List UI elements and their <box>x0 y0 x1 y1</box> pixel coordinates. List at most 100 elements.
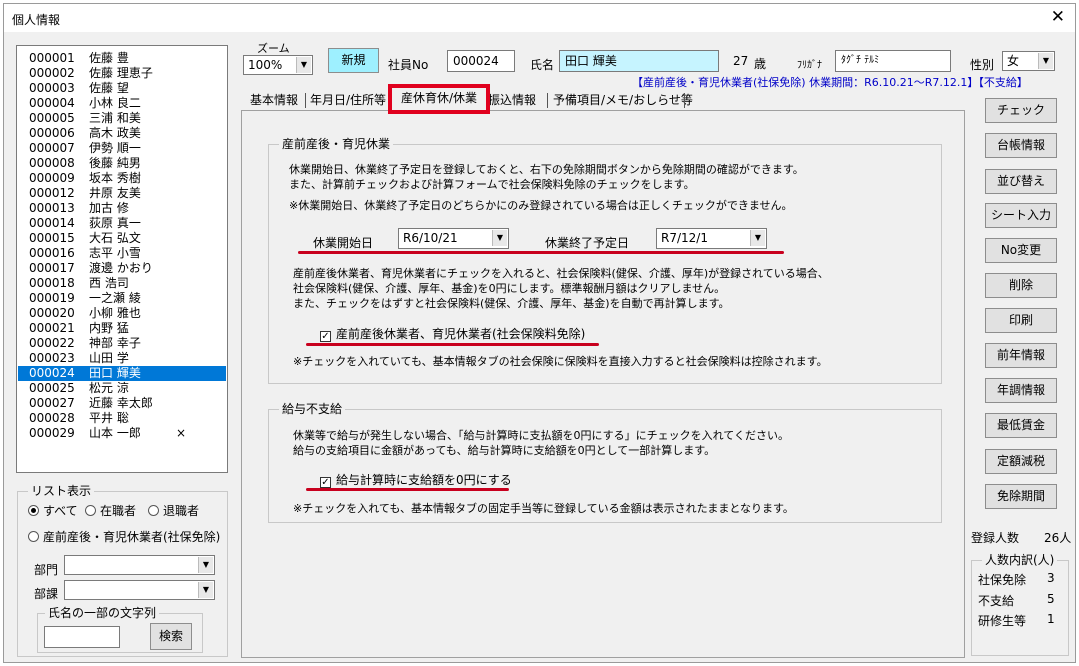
employee-row[interactable]: 000014 荻原 真一 <box>18 216 226 231</box>
gender-select[interactable]: 女 ▼ <box>1002 51 1055 71</box>
employee-row[interactable]: 000017 渡邊 かおり <box>18 261 226 276</box>
employee-row[interactable]: 000021 内野 猛 <box>18 321 226 336</box>
gender-label: 性別 <box>970 58 995 72</box>
print-button[interactable]: 印刷 <box>985 308 1057 333</box>
stat-value: 1 <box>1047 612 1055 626</box>
employee-row[interactable]: 000016 志平 小雪 <box>18 246 226 261</box>
employee-name: 高木 政美 <box>89 126 141 140</box>
employee-no: 000028 <box>29 411 75 425</box>
check-button[interactable]: チェック <box>985 98 1057 123</box>
section-select[interactable]: ▼ <box>64 580 215 600</box>
employee-no: 000006 <box>29 126 75 140</box>
employee-name: 伊勢 順一 <box>89 141 141 155</box>
stat-label: 不支給 <box>978 594 1015 608</box>
employee-name: 松元 涼 <box>89 381 129 395</box>
leave-start-select[interactable]: R6/10/21 ▼ <box>398 228 509 249</box>
employee-name: 山田 学 <box>89 351 129 365</box>
ledger-info-button[interactable]: 台帳情報 <box>985 133 1057 158</box>
underline-mark <box>306 343 599 346</box>
employee-row[interactable]: 000006 高木 政美 <box>18 126 226 141</box>
employee-no: 000022 <box>29 336 75 350</box>
employee-row[interactable]: 000001 佐藤 豊 <box>18 51 226 66</box>
tab-reserve-memo[interactable]: 予備項目/メモ/おしらせ等 <box>553 90 693 110</box>
furigana-label: ﾌﾘｶﾞﾅ <box>797 60 822 71</box>
empno-field[interactable]: 000024 <box>447 50 515 72</box>
name-search-input[interactable] <box>44 626 120 648</box>
delete-button[interactable]: 削除 <box>985 273 1057 298</box>
checkmark-icon: ✓ <box>320 477 331 488</box>
fixed-tax-cut-button[interactable]: 定額減税 <box>985 449 1057 474</box>
employee-row[interactable]: 000024 田口 輝美 <box>18 366 226 381</box>
employee-name: 近藤 幸太郎 <box>89 396 153 410</box>
employee-row[interactable]: 000022 神部 幸子 <box>18 336 226 351</box>
employee-no: 000003 <box>29 81 75 95</box>
filter-active-radio[interactable]: 在職者 <box>85 502 136 519</box>
employee-row[interactable]: 000005 三浦 和美 <box>18 111 226 126</box>
dropdown-arrow-icon: ▼ <box>198 557 213 573</box>
exemption-period-button[interactable]: 免除期間 <box>985 484 1057 509</box>
change-no-button[interactable]: No変更 <box>985 238 1057 263</box>
employee-no: 000029 <box>29 426 75 440</box>
tab-dates-address[interactable]: 年月日/住所等 <box>310 90 388 110</box>
employee-row[interactable]: 000023 山田 学 <box>18 351 226 366</box>
employee-row[interactable]: 000028 平井 聡 <box>18 411 226 426</box>
dropdown-arrow-icon: ▼ <box>750 230 765 246</box>
leave-start-label: 休業開始日 <box>313 236 374 250</box>
dropdown-arrow-icon: ▼ <box>296 57 311 73</box>
zoom-select[interactable]: 100% ▼ <box>243 55 313 75</box>
tab-divider <box>305 93 306 108</box>
employee-no: 000012 <box>29 186 75 200</box>
radio-off-icon <box>28 531 39 542</box>
employee-row[interactable]: 000018 西 浩司 <box>18 276 226 291</box>
employee-row[interactable]: 000015 大石 弘文 <box>18 231 226 246</box>
dept-select[interactable]: ▼ <box>64 555 215 575</box>
employee-row[interactable]: 000004 小林 良二 <box>18 96 226 111</box>
employee-name: 後藤 純男 <box>89 156 141 170</box>
sheet-input-button[interactable]: シート入力 <box>985 203 1057 228</box>
filter-retired-radio[interactable]: 退職者 <box>148 502 199 519</box>
leave-end-select[interactable]: R7/12/1 ▼ <box>656 228 767 249</box>
employee-row[interactable]: 000029 山本 一郎 × <box>18 426 226 441</box>
tab-bank-transfer[interactable]: 振込情報 <box>488 90 536 110</box>
search-button[interactable]: 検索 <box>150 623 192 650</box>
employee-row[interactable]: 000013 加古 修 <box>18 201 226 216</box>
employee-row[interactable]: 000025 松元 涼 <box>18 381 226 396</box>
employee-row[interactable]: 000020 小柳 雅也 <box>18 306 226 321</box>
employee-no: 000013 <box>29 201 75 215</box>
age-unit: 歳 <box>754 57 767 71</box>
radio-off-icon <box>148 505 159 516</box>
year-end-adjust-button[interactable]: 年調情報 <box>985 378 1057 403</box>
tab-basic-info[interactable]: 基本情報 <box>250 90 298 110</box>
previous-year-button[interactable]: 前年情報 <box>985 343 1057 368</box>
name-field[interactable]: 田口 輝美 <box>559 50 719 72</box>
empno-label: 社員No <box>388 58 429 72</box>
employee-row[interactable]: 000009 坂本 秀樹 <box>18 171 226 186</box>
leave-note-2: 社会保険料(健保、介護、厚年、基金)を0円にします。標準報酬月額はクリアしません… <box>293 282 726 295</box>
dropdown-arrow-icon: ▼ <box>1038 53 1053 69</box>
furigana-field[interactable]: ﾀｸﾞﾁ ﾃﾙﾐ <box>835 50 951 72</box>
employee-row[interactable]: 000012 井原 友美 <box>18 186 226 201</box>
employee-list[interactable]: 000001 佐藤 豊 000002 佐藤 理恵子 000003 佐藤 望 000004 小林… <box>16 45 228 473</box>
zero-pay-checkbox[interactable]: ✓ 給与計算時に支給額を0円にする <box>320 471 512 488</box>
employee-row[interactable]: 000007 伊勢 順一 <box>18 141 226 156</box>
no-pay-title: 給与不支給 <box>279 402 346 416</box>
employee-row[interactable]: 000019 一之瀬 綾 <box>18 291 226 306</box>
employee-row[interactable]: 000027 近藤 幸太郎 <box>18 396 226 411</box>
close-icon[interactable]: ✕ <box>1051 8 1065 26</box>
filter-leave-radio[interactable]: 産前産後・育児休業者(社保免除) <box>28 528 220 545</box>
sort-button[interactable]: 並び替え <box>985 169 1057 194</box>
radio-off-icon <box>85 505 96 516</box>
employee-row[interactable]: 000002 佐藤 理恵子 <box>18 66 226 81</box>
new-button[interactable]: 新規 <box>328 48 379 73</box>
employee-no: 000024 <box>29 366 75 380</box>
employee-no: 000020 <box>29 306 75 320</box>
employee-name: 内野 猛 <box>89 321 129 335</box>
employee-row[interactable]: 000008 後藤 純男 <box>18 156 226 171</box>
employee-row[interactable]: 000003 佐藤 望 <box>18 81 226 96</box>
tab-maternity-leave[interactable]: 産休育休/休業 <box>388 84 490 114</box>
employee-name: 山本 一郎 <box>89 426 141 440</box>
leave-exempt-checkbox[interactable]: ✓ 産前産後休業者、育児休業者(社会保険料免除) <box>320 325 585 342</box>
filter-all-radio[interactable]: すべて <box>28 502 78 519</box>
window-title: 個人情報 <box>12 13 61 27</box>
minimum-wage-button[interactable]: 最低賃金 <box>985 413 1057 438</box>
